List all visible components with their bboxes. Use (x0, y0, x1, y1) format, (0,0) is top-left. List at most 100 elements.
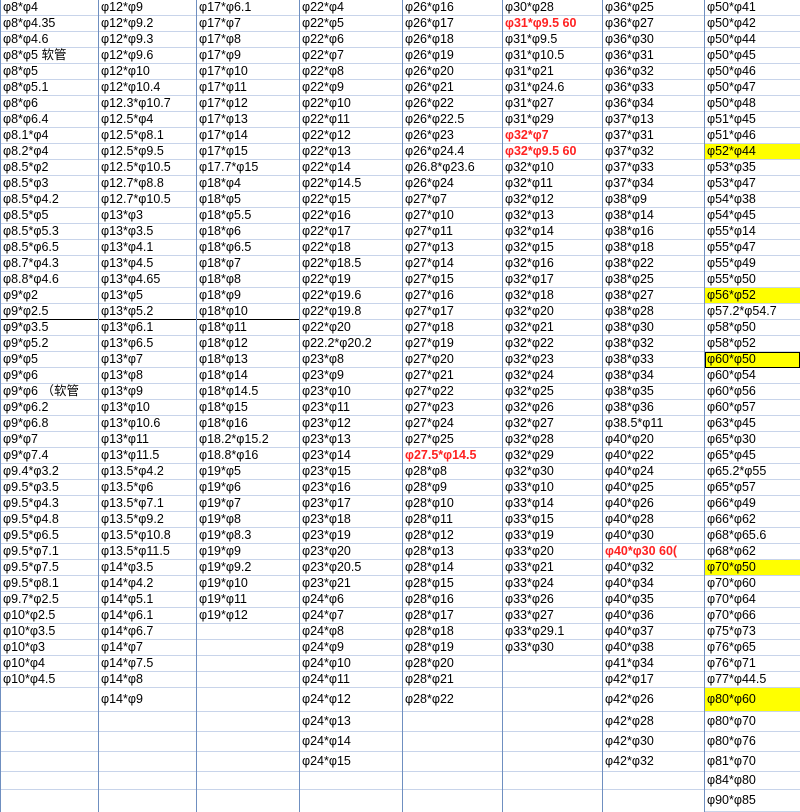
spec-cell[interactable]: φ50*φ42 (705, 16, 800, 32)
spec-cell[interactable]: φ32*φ14 (503, 224, 602, 240)
spec-cell[interactable]: φ19*φ9 (197, 544, 299, 560)
spec-cell[interactable]: φ27.5*φ14.5 (403, 448, 502, 464)
spec-cell[interactable]: φ23*φ8 (300, 352, 402, 368)
empty-cell[interactable] (503, 712, 602, 732)
spec-cell[interactable]: φ12*φ9 (99, 0, 196, 16)
spec-cell[interactable]: φ28*φ8 (403, 464, 502, 480)
spec-cell[interactable]: φ37*φ31 (603, 128, 704, 144)
spec-cell[interactable]: φ63*φ45 (705, 416, 800, 432)
spec-cell[interactable]: φ23*φ16 (300, 480, 402, 496)
spec-cell[interactable]: φ13*φ3.5 (99, 224, 196, 240)
spec-cell[interactable]: φ28*φ13 (403, 544, 502, 560)
spec-cell[interactable]: φ22*φ18.5 (300, 256, 402, 272)
spec-cell[interactable]: φ17*φ9 (197, 48, 299, 64)
spec-cell[interactable]: φ58*φ50 (705, 320, 800, 336)
spec-cell[interactable]: φ13*φ9 (99, 384, 196, 400)
spec-cell[interactable]: φ8.5*φ2 (1, 160, 98, 176)
spec-cell[interactable]: φ33*φ20 (503, 544, 602, 560)
spec-cell[interactable]: φ23*φ20.5 (300, 560, 402, 576)
spec-cell[interactable]: φ32*φ12 (503, 192, 602, 208)
spec-cell[interactable]: φ32*φ13 (503, 208, 602, 224)
spec-cell[interactable]: φ26*φ22 (403, 96, 502, 112)
spec-cell[interactable]: φ40*φ35 (603, 592, 704, 608)
spec-cell[interactable]: φ26*φ19 (403, 48, 502, 64)
spec-cell[interactable]: φ38*φ36 (603, 400, 704, 416)
spec-cell[interactable]: φ8.5*φ6.5 (1, 240, 98, 256)
spec-cell[interactable]: φ65*φ57 (705, 480, 800, 496)
spec-cell[interactable]: φ68*φ62 (705, 544, 800, 560)
spec-cell[interactable]: φ23*φ20 (300, 544, 402, 560)
spec-cell[interactable]: φ23*φ15 (300, 464, 402, 480)
spec-cell[interactable]: φ9.5*φ7.1 (1, 544, 98, 560)
spec-cell[interactable]: φ38*φ28 (603, 304, 704, 320)
spec-cell[interactable]: φ14*φ5.1 (99, 592, 196, 608)
spec-cell[interactable]: φ18*φ6 (197, 224, 299, 240)
spec-cell[interactable]: φ36*φ25 (603, 0, 704, 16)
spec-cell[interactable]: φ53*φ47 (705, 176, 800, 192)
spec-cell[interactable]: φ31*φ9.5 (503, 32, 602, 48)
spec-cell[interactable]: φ66*φ49 (705, 496, 800, 512)
empty-cell[interactable] (403, 712, 502, 732)
spec-cell[interactable]: φ18*φ12 (197, 336, 299, 352)
empty-cell[interactable] (99, 732, 196, 752)
empty-cell[interactable] (300, 772, 402, 790)
spec-cell[interactable]: φ12*φ9.3 (99, 32, 196, 48)
spec-cell[interactable]: φ32*φ23 (503, 352, 602, 368)
spec-cell[interactable]: φ42*φ17 (603, 672, 704, 688)
spec-cell[interactable]: φ26*φ21 (403, 80, 502, 96)
spec-cell[interactable]: φ33*φ24 (503, 576, 602, 592)
spec-cell[interactable]: φ80*φ76 (705, 732, 800, 752)
spec-cell[interactable]: φ9.5*φ4.3 (1, 496, 98, 512)
spec-cell[interactable]: φ24*φ10 (300, 656, 402, 672)
spec-cell[interactable]: φ9*φ6.2 (1, 400, 98, 416)
spec-cell[interactable]: φ17*φ7 (197, 16, 299, 32)
empty-cell[interactable] (503, 688, 602, 712)
spec-cell[interactable]: φ18*φ5.5 (197, 208, 299, 224)
spec-cell[interactable]: φ23*φ21 (300, 576, 402, 592)
spec-cell[interactable]: φ38*φ34 (603, 368, 704, 384)
spec-cell[interactable]: φ12.5*φ9.5 (99, 144, 196, 160)
spec-cell[interactable]: φ9*φ5.2 (1, 336, 98, 352)
empty-cell[interactable] (503, 752, 602, 772)
spec-cell[interactable]: φ9*φ2 (1, 288, 98, 304)
spec-cell[interactable]: φ18*φ4 (197, 176, 299, 192)
spec-cell[interactable]: φ8*φ6 (1, 96, 98, 112)
spec-cell[interactable]: φ33*φ30 (503, 640, 602, 656)
spec-cell[interactable]: φ32*φ15 (503, 240, 602, 256)
empty-cell[interactable] (403, 772, 502, 790)
empty-cell[interactable] (1, 772, 98, 790)
spec-cell[interactable]: φ18*φ10 (197, 304, 299, 320)
spec-cell[interactable]: φ40*φ38 (603, 640, 704, 656)
spec-cell[interactable]: φ23*φ9 (300, 368, 402, 384)
spec-cell[interactable]: φ33*φ21 (503, 560, 602, 576)
spec-cell[interactable]: φ12*φ9.2 (99, 16, 196, 32)
spec-cell[interactable]: φ38.5*φ11 (603, 416, 704, 432)
spec-cell[interactable]: φ22*φ8 (300, 64, 402, 80)
spec-cell[interactable]: φ33*φ27 (503, 608, 602, 624)
spec-cell[interactable]: φ33*φ29.1 (503, 624, 602, 640)
empty-cell[interactable] (197, 772, 299, 790)
spec-cell[interactable]: φ38*φ32 (603, 336, 704, 352)
spec-cell[interactable]: φ32*φ20 (503, 304, 602, 320)
spec-cell[interactable]: φ23*φ13 (300, 432, 402, 448)
spec-cell[interactable]: φ27*φ18 (403, 320, 502, 336)
spec-cell[interactable]: φ31*φ24.6 (503, 80, 602, 96)
spec-cell[interactable]: φ22*φ4 (300, 0, 402, 16)
spec-cell[interactable]: φ37*φ34 (603, 176, 704, 192)
spec-cell[interactable]: φ13.5*φ7.1 (99, 496, 196, 512)
empty-cell[interactable] (503, 672, 602, 688)
spec-cell[interactable]: φ31*φ21 (503, 64, 602, 80)
spec-cell[interactable]: φ55*φ14 (705, 224, 800, 240)
spec-cell[interactable]: φ55*φ49 (705, 256, 800, 272)
spec-cell[interactable]: φ32*φ9.5 60 (503, 144, 602, 160)
spec-cell[interactable]: φ32*φ21 (503, 320, 602, 336)
spec-cell[interactable]: φ58*φ52 (705, 336, 800, 352)
spec-cell[interactable]: φ40*φ34 (603, 576, 704, 592)
empty-cell[interactable] (403, 732, 502, 752)
spec-cell[interactable]: φ27*φ24 (403, 416, 502, 432)
spec-cell[interactable]: φ28*φ19 (403, 640, 502, 656)
spec-cell[interactable]: φ28*φ21 (403, 672, 502, 688)
spec-cell[interactable]: φ22*φ19 (300, 272, 402, 288)
spec-cell[interactable]: φ8.5*φ5 (1, 208, 98, 224)
spec-cell[interactable]: φ32*φ11 (503, 176, 602, 192)
